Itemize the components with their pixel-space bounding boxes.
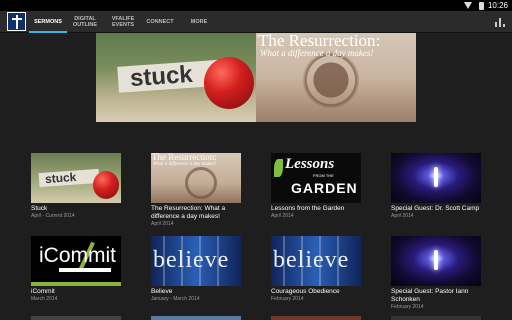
- series-card[interactable]: Lessons FROM THE GARDEN Lessons from the…: [271, 153, 361, 220]
- banner-resurrection[interactable]: The Resurrection: What a difference a da…: [256, 33, 416, 122]
- series-title: Lessons from the Garden: [271, 205, 345, 212]
- series-thumbnail[interactable]: Lessons FROM THE GARDEN: [271, 153, 361, 203]
- banner-stuck-text: stuck: [129, 60, 194, 93]
- overflow-menu-icon[interactable]: [494, 16, 506, 28]
- series-title: Believe: [151, 288, 173, 295]
- tab-connect[interactable]: CONNECT: [143, 11, 177, 33]
- damask-ornament: [185, 167, 217, 199]
- tab-sermons[interactable]: SERMONS: [29, 11, 67, 33]
- series-thumbnail[interactable]: iCommit: [31, 236, 121, 286]
- app-logo-icon[interactable]: [7, 12, 26, 31]
- series-title: Stuck: [31, 205, 48, 212]
- status-bar: 10:26: [0, 0, 512, 11]
- battery-icon: [479, 2, 484, 10]
- leaf-icon: [274, 159, 283, 177]
- series-date: April 2014: [391, 213, 414, 219]
- series-card[interactable]: The Resurrection: What a difference a da…: [151, 153, 241, 228]
- series-title: iCommit: [31, 288, 55, 295]
- banner-resurrection-subtitle: What a difference a day makes!: [260, 48, 374, 58]
- series-thumbnail-partial: [151, 316, 241, 320]
- light-figure-graphic: [434, 167, 438, 187]
- banner-stuck[interactable]: stuck: [96, 33, 256, 122]
- series-thumbnail[interactable]: believe: [151, 236, 241, 286]
- series-thumbnail-partial: [31, 316, 121, 320]
- series-card[interactable]: Special Guest: Pastor Iann Schonken Febr…: [391, 236, 481, 311]
- light-figure-graphic: [434, 250, 438, 270]
- wifi-icon: [464, 2, 472, 9]
- series-title: The Resurrection: What a difference a da…: [151, 205, 226, 220]
- series-card[interactable]: believe Believe January - March 2014: [151, 236, 241, 303]
- series-date: April 2014: [151, 221, 174, 227]
- featured-banner[interactable]: stuck The Resurrection: What a differenc…: [96, 33, 416, 122]
- series-thumbnail-partial: [271, 316, 361, 320]
- series-title: Courageous Obedience: [271, 288, 340, 295]
- series-thumbnail[interactable]: The Resurrection: What a difference a da…: [151, 153, 241, 203]
- series-card[interactable]: Special Guest: Dr. Scott Camp April 2014: [391, 153, 481, 220]
- series-title: Special Guest: Dr. Scott Camp: [391, 205, 480, 212]
- series-date: April - Current 2014: [31, 213, 75, 219]
- series-card[interactable]: believe Courageous Obedience February 20…: [271, 236, 361, 303]
- series-thumbnail[interactable]: [391, 236, 481, 286]
- tab-more[interactable]: MORE: [183, 11, 215, 33]
- series-thumbnail-partial: [391, 316, 481, 320]
- series-date: April 2014: [271, 213, 294, 219]
- tab-digital-outline[interactable]: DIGITAL OUTLINE: [70, 11, 100, 33]
- series-thumbnail[interactable]: believe: [271, 236, 361, 286]
- series-date: March 2014: [31, 296, 58, 302]
- tab-vfalife-events[interactable]: VFALIFE EVENTS: [106, 11, 140, 33]
- series-thumbnail[interactable]: stuck: [31, 153, 121, 203]
- series-date: January - March 2014: [151, 296, 200, 302]
- series-card[interactable]: iCommit iCommit March 2014: [31, 236, 121, 303]
- series-title: Special Guest: Pastor Iann Schonken: [391, 288, 469, 303]
- apple-graphic: [93, 171, 119, 199]
- series-date: February 2014: [271, 296, 304, 302]
- series-date: February 2014: [391, 304, 424, 310]
- apple-graphic: [204, 57, 254, 109]
- series-thumbnail[interactable]: [391, 153, 481, 203]
- app-tab-bar: SERMONS DIGITAL OUTLINE VFALIFE EVENTS C…: [0, 11, 512, 33]
- status-clock: 10:26: [487, 1, 508, 10]
- series-card[interactable]: stuck Stuck April - Current 2014: [31, 153, 121, 220]
